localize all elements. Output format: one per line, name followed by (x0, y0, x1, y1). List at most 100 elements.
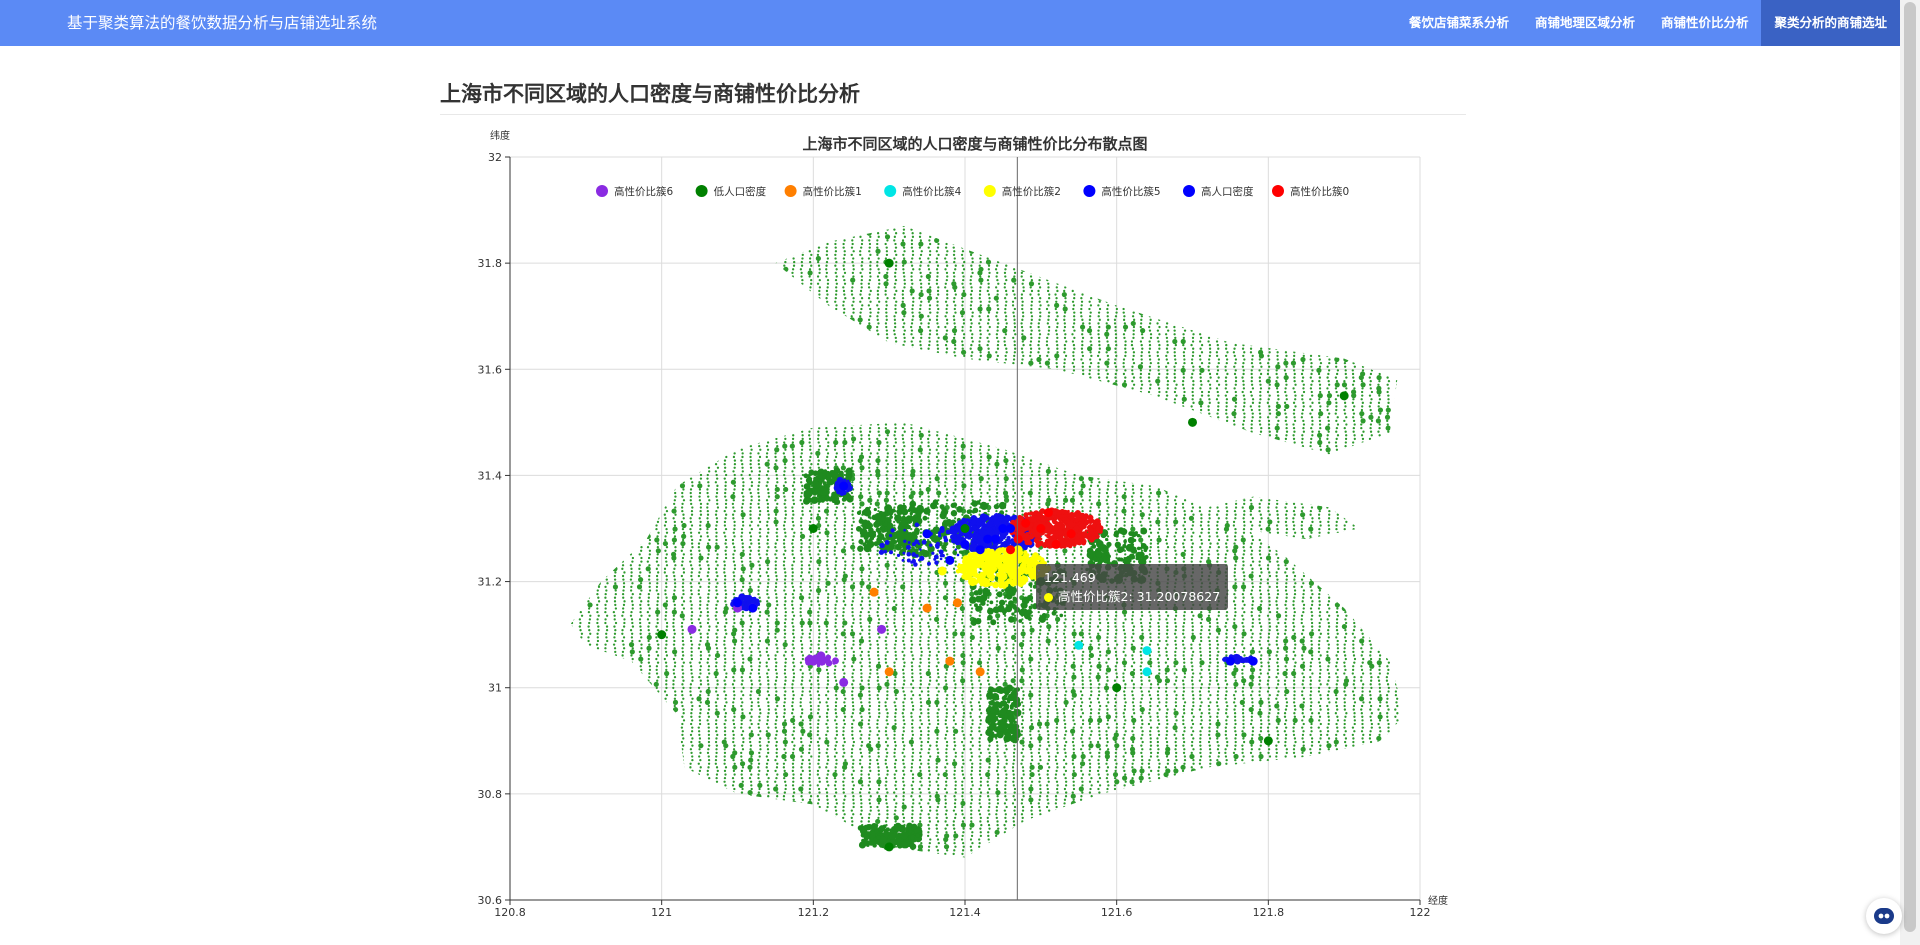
density-field-dot (766, 549, 769, 552)
density-field-dot (597, 311, 600, 314)
density-field-dot (662, 454, 668, 460)
density-field-dot (613, 578, 617, 581)
density-field-dot (714, 762, 717, 765)
density-field-dot (775, 225, 778, 228)
density-field-dot (555, 662, 557, 664)
nav-item-0[interactable]: 餐饮店铺菜系分析 (1396, 0, 1522, 46)
density-field-dot (697, 841, 701, 845)
density-field-dot (655, 751, 659, 755)
density-field-dot (732, 412, 735, 415)
nav-item-2[interactable]: 商铺性价比分析 (1648, 0, 1762, 46)
density-field-dot (733, 423, 736, 426)
density-field-dot (741, 520, 745, 524)
density-field-dot (741, 361, 744, 365)
density-field-dot (690, 784, 693, 787)
density-field-dot (733, 535, 736, 538)
density-field-dot (707, 795, 710, 798)
density-field-dot (775, 405, 778, 408)
density-field-dot (765, 242, 769, 246)
density-field-dot (614, 542, 617, 545)
density-field-dot (682, 257, 686, 260)
density-field-dot (757, 697, 760, 700)
density-field-dot (765, 444, 769, 448)
density-field-dot (622, 466, 625, 469)
density-field-dot (767, 820, 770, 823)
density-field-dot (647, 769, 650, 773)
density-field-dot (757, 235, 761, 238)
density-field-dot (741, 282, 744, 285)
density-field-dot (613, 574, 616, 578)
x-tick-label: 121.4 (949, 906, 981, 919)
density-field-dot (630, 730, 634, 733)
density-field-dot (682, 600, 686, 603)
density-field-dot (724, 596, 727, 599)
density-field-dot (714, 250, 718, 253)
nav-item-1[interactable]: 商铺地理区域分析 (1522, 0, 1648, 46)
density-field-dot (783, 776, 786, 780)
density-field-dot (638, 257, 641, 260)
density-field-dot (733, 841, 736, 845)
density-field-dot (706, 719, 709, 722)
density-field-dot (750, 813, 753, 816)
density-field-dot (723, 531, 726, 534)
density-field-dot (613, 647, 617, 650)
density-field-dot (707, 708, 711, 711)
density-field-dot (672, 405, 675, 408)
density-field-dot (555, 308, 557, 310)
scrollbar-thumb[interactable] (1904, 2, 1916, 932)
density-field-dot (690, 365, 693, 368)
density-field-dot (775, 459, 778, 462)
density-field-dot (723, 769, 727, 773)
density-field-dot (596, 852, 600, 856)
density-field-dot (631, 625, 635, 628)
density-field-dot (571, 639, 574, 643)
density-field-dot (750, 654, 753, 657)
density-field-dot (698, 271, 701, 275)
density-field-dot (706, 257, 710, 260)
density-field-dot (758, 675, 761, 679)
density-field-dot (570, 751, 573, 755)
density-field-dot (784, 758, 787, 762)
density-field-dot (645, 822, 651, 828)
density-field-dot (665, 268, 668, 271)
density-field-dot (690, 444, 694, 448)
density-field-dot (570, 546, 574, 549)
density-field-dot (623, 329, 626, 332)
density-field-dot (605, 509, 609, 513)
density-field-dot (614, 282, 617, 285)
density-field-dot (622, 701, 625, 704)
density-field-dot (698, 555, 704, 561)
density-field-dot (578, 535, 582, 538)
y-tick-label: 32 (488, 151, 502, 164)
density-field-dot (655, 372, 659, 376)
density-field-dot (691, 322, 694, 325)
density-field-dot (631, 708, 635, 711)
density-field-dot (656, 535, 659, 538)
density-field-dot (748, 582, 751, 585)
density-field-dot (706, 405, 710, 408)
density-field-dot (681, 307, 684, 311)
app-title[interactable]: 基于聚类算法的餐饮数据分析与店铺选址系统 (67, 0, 377, 46)
density-field-dot (783, 697, 787, 700)
vertical-scrollbar[interactable] (1900, 0, 1920, 945)
density-field-dot (776, 795, 779, 798)
nav-item-3[interactable]: 聚类分析的商铺选址 (1761, 0, 1900, 46)
scatter-chart[interactable]: 120.8 121 121.2 121.4 121.6 121.8 12230.630.83… (440, 122, 1460, 932)
density-field-dot (723, 838, 726, 841)
density-field-dot (562, 582, 564, 584)
density-field-dot (741, 712, 744, 715)
density-field-dot (774, 726, 778, 729)
density-field-dot (554, 416, 556, 418)
density-field-dot (672, 668, 675, 672)
density-field-dot (554, 376, 556, 378)
density-field-dot (622, 712, 626, 715)
density-field-dot (580, 347, 583, 350)
density-field-dot (563, 777, 565, 779)
density-field-dot (638, 430, 642, 433)
density-field-dot (708, 776, 711, 780)
density-field-dot (739, 620, 745, 626)
density-field-dot (749, 333, 752, 336)
density-field-dot (638, 481, 641, 484)
density-field-dot (554, 643, 556, 645)
density-field-dot (664, 852, 668, 856)
